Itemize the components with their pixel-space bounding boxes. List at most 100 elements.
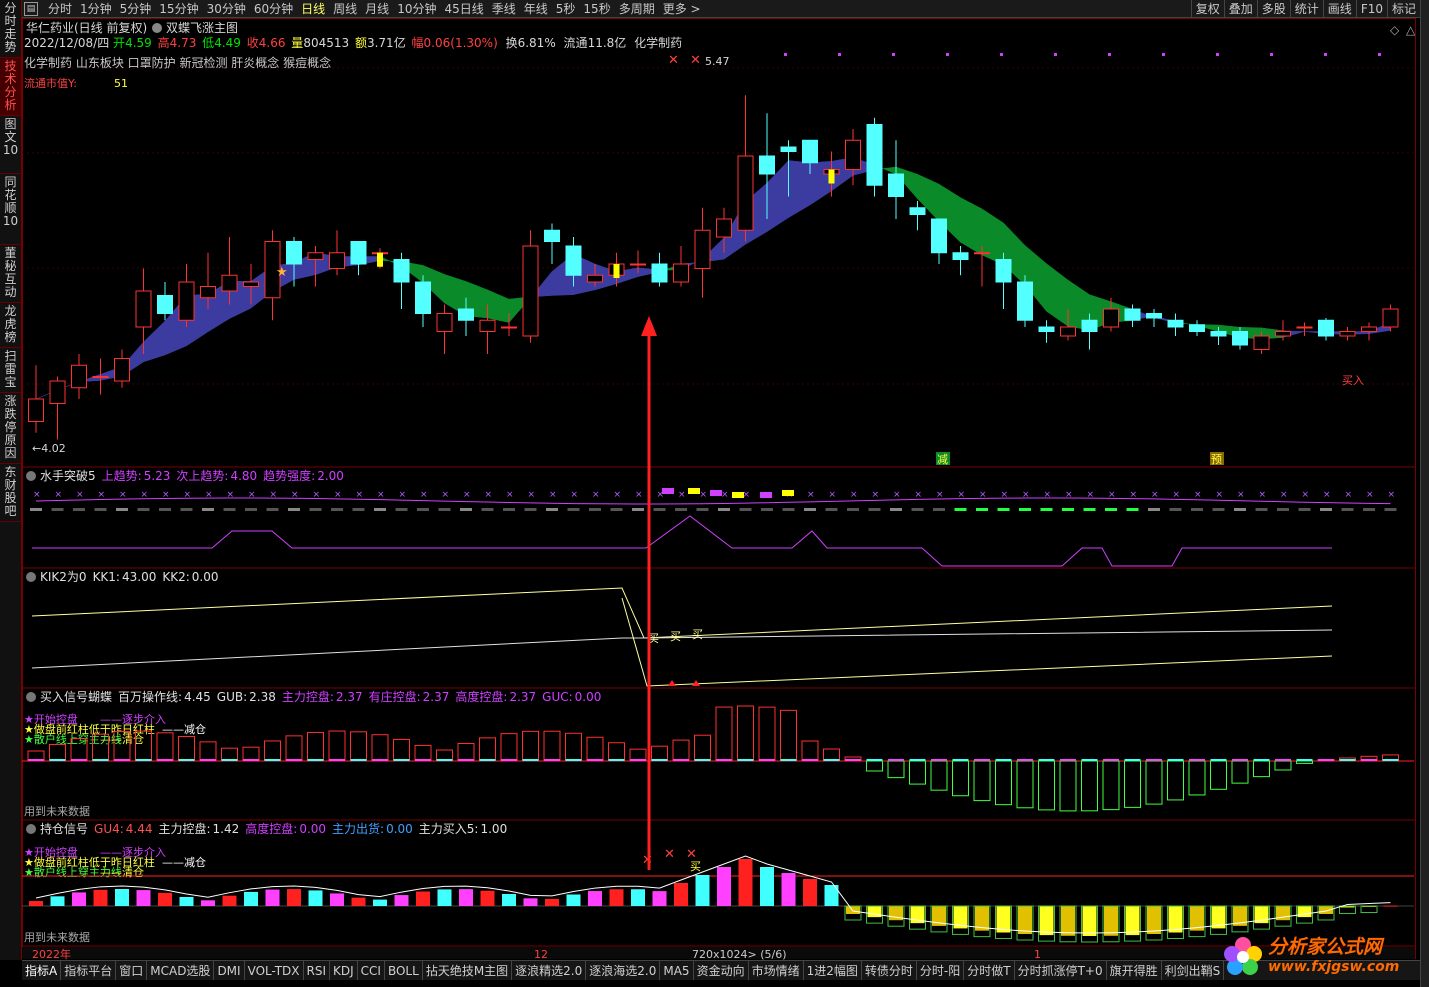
left-tab-6[interactable]: 扫雷宝 xyxy=(0,348,21,393)
strength-bar xyxy=(911,508,924,511)
indicator-tab-5[interactable]: VOL-TDX xyxy=(245,961,304,980)
left-tab-4[interactable]: 董秘互动 xyxy=(0,245,21,303)
period-7[interactable]: 周线 xyxy=(329,0,361,18)
toolbar-button-4[interactable]: 画线 xyxy=(1322,0,1356,18)
toolbar-button-1[interactable]: 叠加 xyxy=(1223,0,1257,18)
panel-toggle-icon[interactable] xyxy=(26,471,36,481)
base-marker xyxy=(372,759,388,761)
period-11[interactable]: 季线 xyxy=(488,0,520,18)
momentum-bar xyxy=(973,760,991,802)
indicator-tab-8[interactable]: CCI xyxy=(358,961,385,980)
indicator-tab-21[interactable]: 旗开得胜 xyxy=(1107,961,1162,980)
panel-value: 43.00 xyxy=(122,570,156,584)
indicator-tab-13[interactable]: MA5 xyxy=(660,961,694,980)
indicator-tab-9[interactable]: BOLL xyxy=(385,961,423,980)
indicator-tab-18[interactable]: 分时-阳 xyxy=(917,961,965,980)
period-6[interactable]: 日线 xyxy=(297,0,329,18)
base-marker xyxy=(1361,759,1377,761)
base-marker xyxy=(501,759,517,761)
candle xyxy=(436,304,453,354)
period-8[interactable]: 月线 xyxy=(361,0,393,18)
left-tab-0[interactable]: 分时走势 xyxy=(0,0,21,58)
panel-toggle-icon[interactable] xyxy=(26,572,36,582)
momentum-bar xyxy=(1038,760,1055,811)
toolbar-button-2[interactable]: 多股 xyxy=(1256,0,1290,18)
indicator-tab-20[interactable]: 分时抓涨停T+0 xyxy=(1015,961,1107,980)
panel-name: KIK2为0 xyxy=(40,570,87,584)
position-bar xyxy=(1147,906,1161,935)
indicator-tab-6[interactable]: RSI xyxy=(304,961,331,980)
diamond-icon[interactable]: ◇ xyxy=(1390,23,1400,37)
period-5[interactable]: 60分钟 xyxy=(250,0,297,18)
formula-toggle-icon[interactable] xyxy=(152,23,162,33)
left-tab-7[interactable]: 涨跌停原因 xyxy=(0,393,21,464)
indicator-tab-19[interactable]: 分时做T xyxy=(964,961,1015,980)
strength-bar xyxy=(417,508,429,511)
indicator-tab-16[interactable]: 1进2幅图 xyxy=(804,961,862,980)
momentum-bar xyxy=(500,733,518,762)
strength-bar xyxy=(804,508,816,511)
signal-block xyxy=(662,488,674,494)
position-bar xyxy=(609,889,624,906)
panel-toggle-icon[interactable] xyxy=(26,824,36,834)
signal-dot xyxy=(1270,53,1273,56)
momentum-bar xyxy=(457,743,475,762)
indicator-tab-17[interactable]: 转债分时 xyxy=(862,961,917,980)
position-bar xyxy=(867,906,882,918)
toolbar-button-3[interactable]: 统计 xyxy=(1289,0,1323,18)
left-tab-1[interactable]: 技术分析 xyxy=(0,58,21,116)
base-marker xyxy=(888,759,904,761)
period-0[interactable]: 分时 xyxy=(44,0,76,18)
period-3[interactable]: 15分钟 xyxy=(155,0,202,18)
left-tab-5[interactable]: 龙虎榜 xyxy=(0,303,21,348)
toolbar-button-0[interactable]: 复权 xyxy=(1190,0,1224,18)
momentum-bar xyxy=(49,743,66,762)
candle xyxy=(1382,304,1399,332)
indicator-tab-22[interactable]: 利剑出鞘S xyxy=(1162,961,1225,980)
trend-marker: × xyxy=(356,490,364,500)
indicator-tab-7[interactable]: KDJ xyxy=(330,961,358,980)
period-10[interactable]: 45日线 xyxy=(440,0,487,18)
strength-line xyxy=(32,515,1332,567)
period-13[interactable]: 5秒 xyxy=(552,0,580,18)
period-4[interactable]: 30分钟 xyxy=(203,0,250,18)
indicator-tab-12[interactable]: 逐浪海选2.0 xyxy=(586,961,661,980)
signal-dot xyxy=(784,53,787,56)
period-12[interactable]: 年线 xyxy=(520,0,552,18)
trend-marker: × xyxy=(162,490,170,500)
left-tab-3[interactable]: 同花顺10 xyxy=(0,174,21,245)
base-marker xyxy=(350,759,367,761)
pre-label: 预 xyxy=(1211,453,1222,466)
collapse-icon[interactable]: △ xyxy=(1406,23,1416,37)
indicator-tab-11[interactable]: 逐浪精选2.0 xyxy=(512,961,587,980)
period-2[interactable]: 5分钟 xyxy=(116,0,156,18)
period-16[interactable]: 更多 > xyxy=(659,0,705,18)
right-scroll-strip[interactable] xyxy=(1420,0,1429,987)
left-tab-8[interactable]: 东财股吧 xyxy=(0,464,21,522)
period-15[interactable]: 多周期 xyxy=(615,0,659,18)
toolbar-button-6[interactable]: 标记 xyxy=(1386,0,1420,18)
left-tab-2[interactable]: 图文10 xyxy=(0,116,21,174)
logo-url[interactable]: www.fxjgsw.com xyxy=(1268,958,1399,976)
trend-marker: × xyxy=(1194,490,1202,500)
toolbar-button-5[interactable]: F10 xyxy=(1355,0,1387,18)
strength-bar xyxy=(223,508,236,511)
indicator-tab-4[interactable]: DMI xyxy=(214,961,245,980)
panel-toggle-icon[interactable] xyxy=(26,692,36,702)
indicator-tab-15[interactable]: 市场情绪 xyxy=(749,961,804,980)
indicator-tab-0[interactable]: 指标A xyxy=(22,961,62,980)
indicator-tab-1[interactable]: 指标平台 xyxy=(61,961,117,980)
indicator-tab-14[interactable]: 资金动向 xyxy=(694,961,749,980)
period-14[interactable]: 15秒 xyxy=(579,0,614,18)
indicator-tab-2[interactable]: 窗口 xyxy=(116,961,148,980)
base-marker xyxy=(630,759,646,761)
panel-header: 水手突破5 上趋势: 5.23 次上趋势: 4.80 趋势强度: 2.00 xyxy=(40,468,344,483)
menu-toggle-icon[interactable]: ▤ xyxy=(24,1,38,16)
indicator-tab-10[interactable]: 拈天绝技M主图 xyxy=(423,961,513,980)
candle xyxy=(544,223,560,264)
period-9[interactable]: 10分钟 xyxy=(393,0,440,18)
indicator-tab-3[interactable]: MCAD选股 xyxy=(147,961,215,980)
position-bar xyxy=(244,891,258,906)
trend-marker: × xyxy=(227,490,235,500)
period-1[interactable]: 1分钟 xyxy=(76,0,116,18)
